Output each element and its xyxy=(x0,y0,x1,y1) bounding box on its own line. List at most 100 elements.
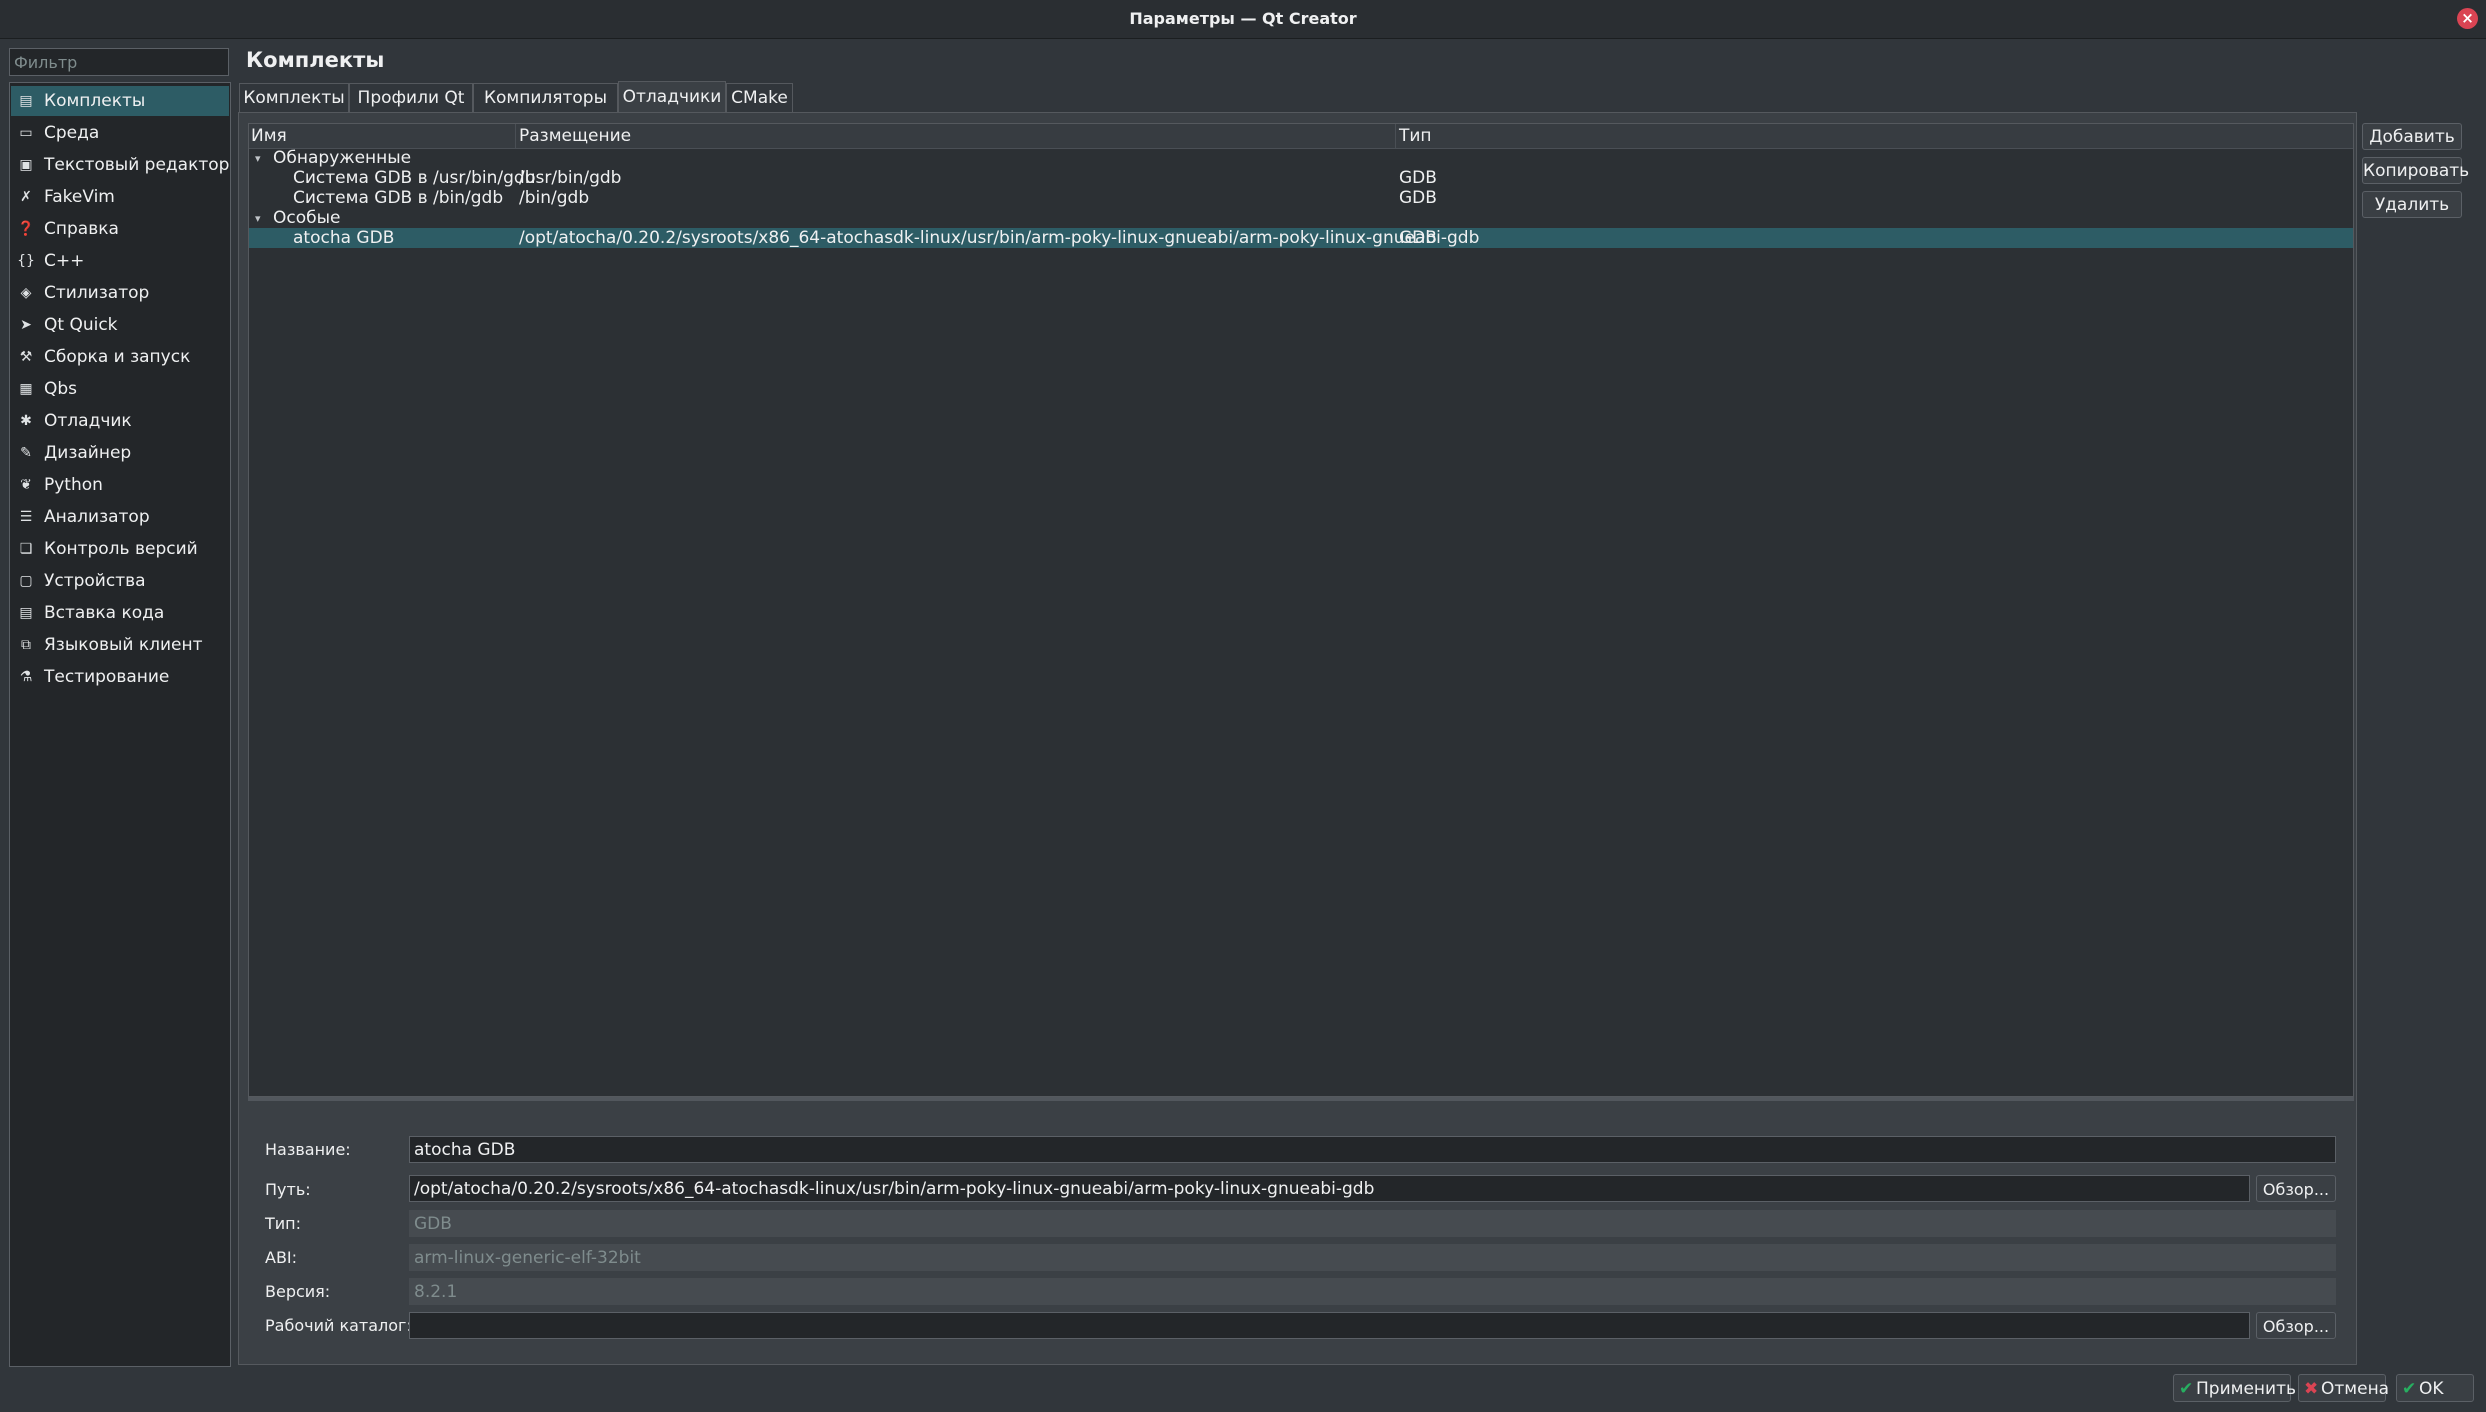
sidebar-item-label: Тестирование xyxy=(44,667,170,687)
cancel-icon: ✖ xyxy=(2304,1379,2319,1399)
hammer-icon: ⚒ xyxy=(19,349,33,365)
sidebar-item-label: Стилизатор xyxy=(44,283,150,303)
python-icon: ❦ xyxy=(20,477,32,493)
row-location: /usr/bin/gdb xyxy=(519,168,622,188)
cancel-button[interactable]: ✖ Отмена xyxy=(2298,1374,2389,1402)
sidebar-item[interactable]: ✗ FakeVim xyxy=(11,182,229,212)
tree-group-manual[interactable]: ▾ Особые xyxy=(249,208,2353,228)
workdir-field[interactable] xyxy=(409,1312,2250,1339)
version-field: 8.2.1 xyxy=(409,1278,2336,1305)
table-row-selected[interactable]: atocha GDB /opt/atocha/0.20.2/sysroots/x… xyxy=(249,228,2353,248)
sidebar-item[interactable]: ▤ Вставка кода xyxy=(11,598,229,628)
sidebar-item[interactable]: ⚗ Тестирование xyxy=(11,662,229,692)
column-type[interactable]: Тип xyxy=(1399,126,1432,146)
fakevim-icon: ✗ xyxy=(20,189,32,205)
code-paste-icon: ▤ xyxy=(19,605,33,621)
sidebar-item-label: Устройства xyxy=(44,571,146,591)
apply-button[interactable]: ✔ Применить xyxy=(2173,1374,2296,1402)
browse-workdir-button[interactable]: Обзор... xyxy=(2256,1312,2336,1339)
sidebar-item[interactable]: ⚒ Сборка и запуск xyxy=(11,342,229,372)
column-location[interactable]: Размещение xyxy=(519,126,631,146)
sidebar-item-label: Дизайнер xyxy=(44,443,132,463)
analyzer-icon: ☰ xyxy=(19,509,33,525)
braces-icon: {} xyxy=(17,253,35,269)
version-label: Версия: xyxy=(265,1282,331,1301)
sidebar-item-label: Анализатор xyxy=(44,507,150,527)
sidebar-item-label: C++ xyxy=(44,251,85,271)
filter-input[interactable]: Фильтр xyxy=(9,48,229,76)
sidebar-item[interactable]: ❓ Справка xyxy=(11,214,229,244)
tab-kits[interactable]: Комплекты xyxy=(239,83,349,112)
sidebar-item-label: Справка xyxy=(44,219,119,239)
sidebar-item-label: Сборка и запуск xyxy=(44,347,191,367)
browse-path-button[interactable]: Обзор... xyxy=(2256,1175,2336,1202)
sidebar-item-label: Среда xyxy=(44,123,100,143)
type-label: Тип: xyxy=(265,1214,302,1233)
copy-button[interactable]: Копировать xyxy=(2362,157,2469,184)
testing-icon: ⚗ xyxy=(19,669,33,685)
row-location: /bin/gdb xyxy=(519,188,590,208)
sidebar-item[interactable]: ▢ Устройства xyxy=(11,566,229,596)
sidebar-item-label: Python xyxy=(44,475,103,495)
chevron-down-icon[interactable]: ▾ xyxy=(255,209,261,229)
tab-debuggers[interactable]: Отладчики xyxy=(618,81,726,112)
sidebar-item[interactable]: ⧉ Языковый клиент xyxy=(11,630,229,660)
tab-cmake[interactable]: CMake xyxy=(726,83,793,112)
sidebar-item[interactable]: ❏ Контроль версий xyxy=(11,534,229,564)
kits-icon: ▤ xyxy=(19,93,33,109)
sidebar-item[interactable]: ❦ Python xyxy=(11,470,229,500)
tab-qt-versions[interactable]: Профили Qt xyxy=(349,83,473,112)
remove-button[interactable]: Удалить xyxy=(2362,191,2462,218)
add-button[interactable]: Добавить xyxy=(2362,123,2462,150)
row-type: GDB xyxy=(1399,228,1437,248)
sidebar-item-label: Вставка кода xyxy=(44,603,165,623)
abi-field: arm-linux-generic-elf-32bit xyxy=(409,1244,2336,1271)
bug-icon: ✱ xyxy=(20,413,32,429)
sidebar-item[interactable]: {} C++ xyxy=(11,246,229,276)
language-client-icon: ⧉ xyxy=(21,637,31,653)
tree-group-detected[interactable]: ▾ Обнаруженные xyxy=(249,148,2353,168)
sidebar-item-label: Комплекты xyxy=(44,91,146,111)
send-icon: ➤ xyxy=(20,317,32,333)
chevron-down-icon[interactable]: ▾ xyxy=(255,149,261,169)
sidebar-item[interactable]: ➤ Qt Quick xyxy=(11,310,229,340)
sidebar-item-label: Отладчик xyxy=(44,411,132,431)
sidebar-item-label: Языковый клиент xyxy=(44,635,203,655)
sidebar-item[interactable]: ▭ Среда xyxy=(11,118,229,148)
monitor-icon: ▭ xyxy=(19,125,33,141)
sidebar-item-label: Контроль версий xyxy=(44,539,198,559)
sidebar-item-label: Qt Quick xyxy=(44,315,118,335)
window-title: Параметры — Qt Creator xyxy=(1129,9,1357,28)
sidebar-item-label: Qbs xyxy=(44,379,78,399)
sidebar-item[interactable]: ▣ Текстовый редактор xyxy=(11,150,229,180)
name-label: Название: xyxy=(265,1140,351,1159)
sidebar-item[interactable]: ▤ Комплекты xyxy=(11,86,229,116)
debuggers-tree[interactable]: Имя Размещение Тип ▾ Обнаруженные Систем… xyxy=(248,123,2354,1097)
close-icon[interactable]: × xyxy=(2457,8,2478,29)
table-row[interactable]: Система GDB в /usr/bin/gdb /usr/bin/gdb … xyxy=(249,168,2353,188)
name-field[interactable]: atocha GDB xyxy=(409,1136,2336,1163)
ok-button[interactable]: ✔ OK xyxy=(2396,1374,2474,1402)
help-icon: ❓ xyxy=(17,221,35,237)
sidebar-item[interactable]: ✎ Дизайнер xyxy=(11,438,229,468)
sidebar-item[interactable]: ✱ Отладчик xyxy=(11,406,229,436)
table-row[interactable]: Система GDB в /bin/gdb /bin/gdb GDB xyxy=(249,188,2353,208)
sidebar-item[interactable]: ☰ Анализатор xyxy=(11,502,229,532)
path-field[interactable]: /opt/atocha/0.20.2/sysroots/x86_64-atoch… xyxy=(409,1175,2250,1202)
type-field: GDB xyxy=(409,1210,2336,1237)
row-name: atocha GDB xyxy=(293,228,395,248)
devices-icon: ▢ xyxy=(19,573,33,589)
row-location: /opt/atocha/0.20.2/sysroots/x86_64-atoch… xyxy=(519,228,1480,248)
abi-label: ABI: xyxy=(265,1248,298,1267)
path-label: Путь: xyxy=(265,1180,311,1199)
sidebar: ▤ Комплекты ▭ Среда ▣ Текстовый редактор ✗ Fake… xyxy=(9,82,231,1367)
row-name: Система GDB в /usr/bin/gdb xyxy=(293,168,536,188)
tree-header: Имя Размещение Тип xyxy=(249,124,2353,149)
diamond-icon: ◈ xyxy=(20,285,32,301)
column-name[interactable]: Имя xyxy=(251,126,287,146)
version-control-icon: ❏ xyxy=(19,541,33,557)
tab-compilers[interactable]: Компиляторы xyxy=(473,83,618,112)
sidebar-item[interactable]: ▦ Qbs xyxy=(11,374,229,404)
check-icon: ✔ xyxy=(2179,1379,2194,1399)
sidebar-item[interactable]: ◈ Стилизатор xyxy=(11,278,229,308)
